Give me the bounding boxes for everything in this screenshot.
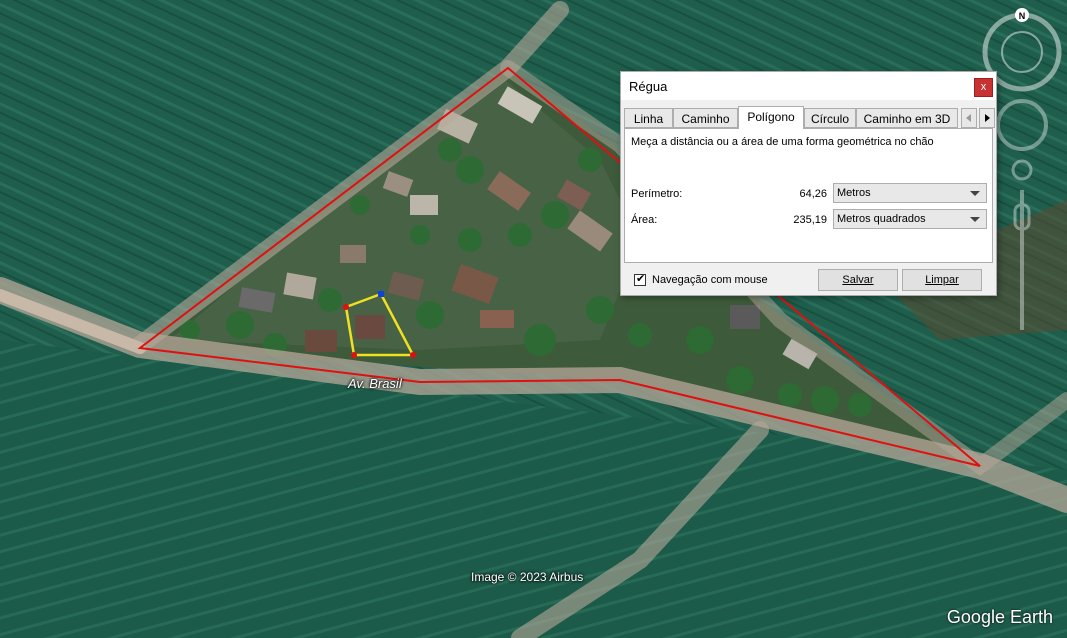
tab-bar: Linha Caminho Polígono Círculo Caminho e…: [624, 106, 995, 129]
area-unit-select[interactable]: Metros quadrados: [833, 209, 987, 229]
ruler-dialog: Régua x Linha Caminho Polígono Círculo C…: [620, 71, 997, 296]
polygon-vertex[interactable]: [343, 304, 349, 310]
chevron-down-icon: [970, 217, 980, 222]
tab-caminho[interactable]: Caminho: [673, 108, 738, 128]
polygon-vertex-active[interactable]: [378, 291, 384, 297]
tab-circulo[interactable]: Círculo: [804, 108, 856, 128]
area-unit-value: Metros quadrados: [837, 213, 926, 225]
chevron-down-icon: [970, 191, 980, 196]
area-value: 235,19: [793, 214, 827, 226]
clear-button[interactable]: Limpar: [902, 269, 982, 291]
save-button[interactable]: Salvar: [818, 269, 898, 291]
perimeter-unit-select[interactable]: Metros: [833, 183, 987, 203]
polygon-panel: Meça a distância ou a área de uma forma …: [624, 128, 993, 263]
panel-description: Meça a distância ou a área de uma forma …: [631, 136, 934, 148]
tab-linha[interactable]: Linha: [624, 108, 673, 128]
polygon-vertex[interactable]: [410, 352, 416, 358]
tab-scroll-left-button[interactable]: [961, 108, 977, 128]
chevron-left-icon: [966, 114, 971, 122]
area-label: Área:: [631, 214, 658, 226]
dialog-titlebar[interactable]: Régua x: [621, 72, 996, 100]
checkmark-icon: ✔: [636, 273, 646, 285]
mouse-navigation-checkbox[interactable]: ✔: [634, 273, 646, 286]
tab-caminho-3d[interactable]: Caminho em 3D: [856, 108, 958, 128]
perimeter-unit-value: Metros: [837, 187, 871, 199]
mouse-navigation-label[interactable]: Navegação com mouse: [652, 274, 768, 286]
perimeter-value: 64,26: [799, 188, 827, 200]
perimeter-label: Perímetro:: [631, 188, 683, 200]
compass-north-letter: N: [1019, 11, 1026, 21]
chevron-right-icon: [985, 114, 990, 122]
tab-poligono[interactable]: Polígono: [738, 106, 804, 129]
polygon-vertex[interactable]: [351, 352, 357, 358]
dialog-footer: ✔ Navegação com mouse Salvar Limpar: [621, 266, 996, 294]
close-button[interactable]: x: [974, 78, 993, 97]
dialog-title: Régua: [629, 79, 668, 94]
tab-scroll-right-button[interactable]: [979, 108, 995, 128]
